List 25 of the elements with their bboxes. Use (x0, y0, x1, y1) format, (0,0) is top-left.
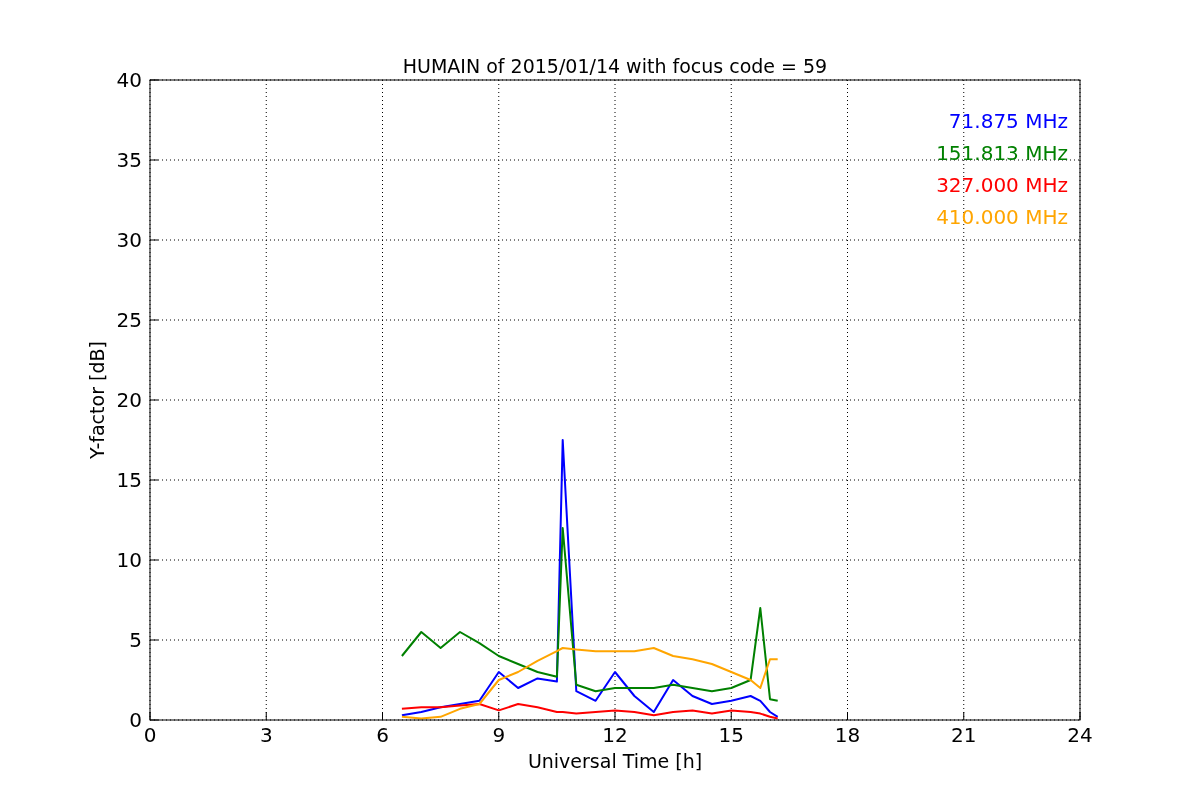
tick-label: 21 (951, 723, 977, 747)
legend-label: 327.000 MHz (936, 173, 1068, 197)
tick-label: 0 (129, 708, 142, 732)
tick-label: 20 (116, 388, 142, 412)
tick-label: 35 (116, 148, 142, 172)
chart-title: HUMAIN of 2015/01/14 with focus code = 59 (402, 55, 828, 77)
tick-label: 10 (116, 548, 142, 572)
x-axis-label: Universal Time [h] (527, 750, 703, 772)
tick-label: 12 (602, 723, 628, 747)
tick-label: 18 (834, 723, 861, 747)
tick-label: 3 (259, 723, 273, 747)
tick-label: 40 (116, 68, 142, 92)
tick-label: 0 (143, 723, 157, 747)
tick-label: 30 (116, 228, 142, 252)
tick-label: 24 (1067, 723, 1093, 747)
tick-label: 15 (116, 468, 142, 492)
tick-label: 6 (376, 723, 389, 747)
legend-label: 71.875 MHz (948, 109, 1068, 133)
tick-label: 15 (718, 723, 744, 747)
legend-label: 151.813 MHz (936, 141, 1068, 165)
tick-label: 5 (129, 628, 142, 652)
tick-label: 9 (492, 723, 506, 747)
y-axis-label: Y-factor [dB] (86, 341, 108, 459)
legend-label: 410.000 MHz (936, 205, 1068, 229)
tick-label: 25 (116, 308, 142, 332)
